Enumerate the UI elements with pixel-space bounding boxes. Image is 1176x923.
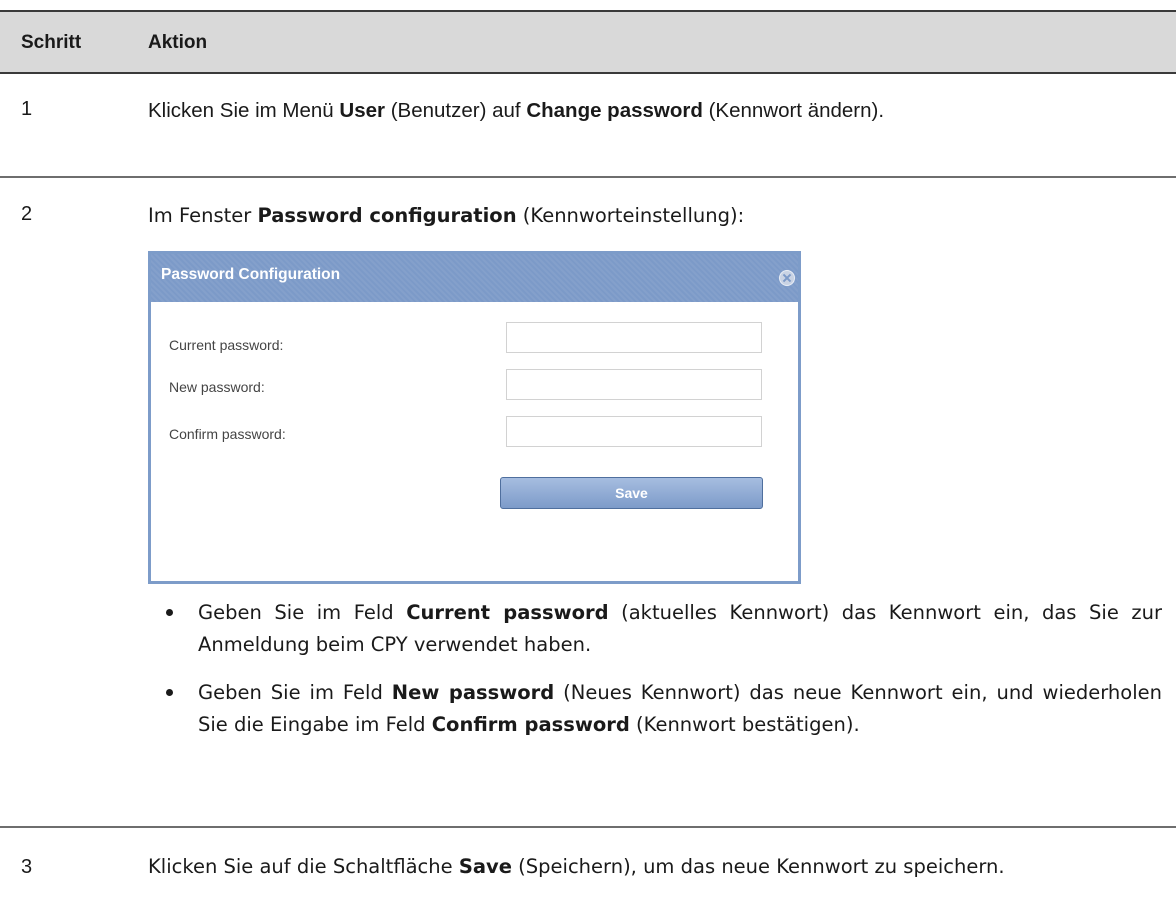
bullet-item-new-password: Geben Sie im Feld New password (Neues Ke… <box>166 677 1162 741</box>
bullet-2-bold-confirm-password: Confirm password <box>431 713 630 736</box>
row-divider <box>0 826 1176 828</box>
dialog-title: Password Configuration <box>161 266 341 283</box>
step-2-bold-password-configuration: Password configuration <box>257 204 517 227</box>
table-header: Schritt Aktion <box>0 10 1176 74</box>
bullet-icon <box>166 689 173 696</box>
bullet-2-bold-new-password: New password <box>391 681 555 704</box>
header-step: Schritt <box>21 32 82 53</box>
step-number-1: 1 <box>21 98 33 120</box>
step-1-bold-user: User <box>339 99 386 122</box>
step-1-text: Klicken Sie im Menü User (Benutzer) auf … <box>148 96 1160 125</box>
step-3-text-b: (Speichern), um das neue Kennwort zu spe… <box>511 855 1005 878</box>
step-2-text-b: (Kennworteinstellung): <box>516 204 745 227</box>
step-number-2: 2 <box>21 203 33 225</box>
dialog-title-bar: Password Configuration <box>151 254 798 302</box>
bullet-2-text-a: Geben Sie im Feld <box>198 681 392 704</box>
row-divider <box>0 176 1176 178</box>
close-icon[interactable] <box>779 270 795 286</box>
new-password-input[interactable] <box>506 369 762 400</box>
bullet-2-text-c: (Kennwort bestätigen). <box>629 713 860 736</box>
step-3-bold-save: Save <box>458 855 512 878</box>
step-1-text-c: (Kennwort ändern). <box>702 99 885 122</box>
bullet-1-bold: Current password <box>406 601 609 624</box>
new-password-label: New password: <box>169 379 265 395</box>
step-2-text-a: Im Fenster <box>148 204 258 227</box>
step-1-text-a: Klicken Sie im Menü <box>148 99 340 122</box>
password-configuration-dialog: Password Configuration Current password:… <box>148 251 801 584</box>
confirm-password-input[interactable] <box>506 416 762 447</box>
bullet-item-current-password: Geben Sie im Feld Current password (aktu… <box>166 597 1162 661</box>
current-password-input[interactable] <box>506 322 762 353</box>
step-3-text-a: Klicken Sie auf die Schaltfläche <box>148 855 459 878</box>
step-2-text: Im Fenster Password configuration (Kennw… <box>148 200 1162 232</box>
step-3-text: Klicken Sie auf die Schaltfläche Save (S… <box>148 851 1162 883</box>
step-1-bold-change-password: Change password <box>526 99 703 122</box>
bullet-1-text-a: Geben Sie im Feld <box>198 601 407 624</box>
step-number-3: 3 <box>21 856 33 878</box>
current-password-label: Current password: <box>169 337 284 353</box>
step-1-text-b: (Benutzer) auf <box>385 99 527 122</box>
bullet-icon <box>166 609 173 616</box>
header-action: Aktion <box>148 32 208 53</box>
confirm-password-label: Confirm password: <box>169 426 286 442</box>
save-button[interactable]: Save <box>500 477 763 509</box>
